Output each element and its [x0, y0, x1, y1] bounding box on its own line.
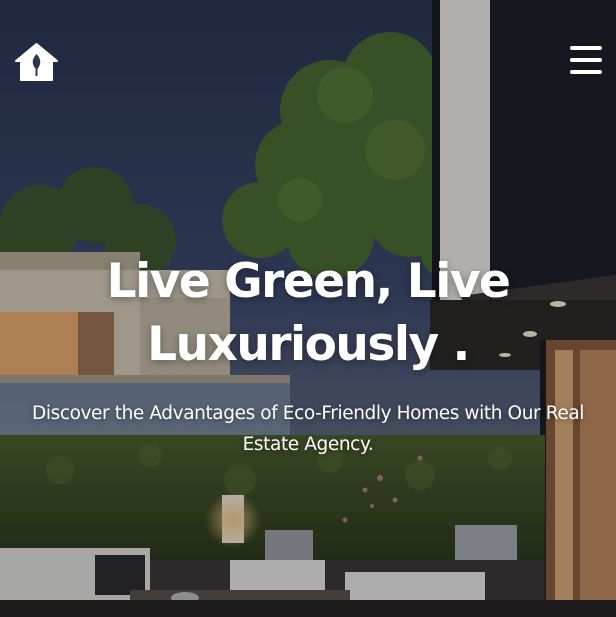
- hero-title-line-2: Luxuriously .: [147, 317, 470, 372]
- logo-home-link[interactable]: [14, 42, 59, 82]
- hero-subtitle-line-2: Estate Agency.: [242, 434, 374, 455]
- hero-subtitle: Discover the Advantages of Eco-Friendly …: [0, 398, 616, 460]
- hero-subtitle-line-1: Discover the Advantages of Eco-Friendly …: [32, 403, 584, 424]
- house-leaf-icon: [15, 43, 58, 81]
- menu-bar: [570, 58, 602, 62]
- menu-bar: [570, 46, 602, 50]
- menu-bar: [570, 70, 602, 74]
- hamburger-menu-button[interactable]: [570, 44, 602, 76]
- hero-title-line-1: Live Green, Live: [106, 254, 511, 309]
- hero-section: Live Green, Live Luxuriously . Discover …: [0, 0, 616, 617]
- hero-title: Live Green, Live Luxuriously .: [0, 250, 616, 376]
